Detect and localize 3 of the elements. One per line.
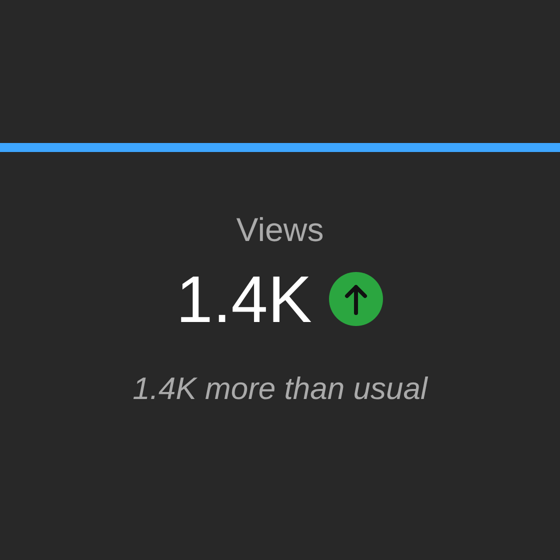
metric-label: Views xyxy=(236,210,324,250)
metric-note: 1.4K more than usual xyxy=(132,370,428,408)
metric-value: 1.4K xyxy=(176,266,312,332)
